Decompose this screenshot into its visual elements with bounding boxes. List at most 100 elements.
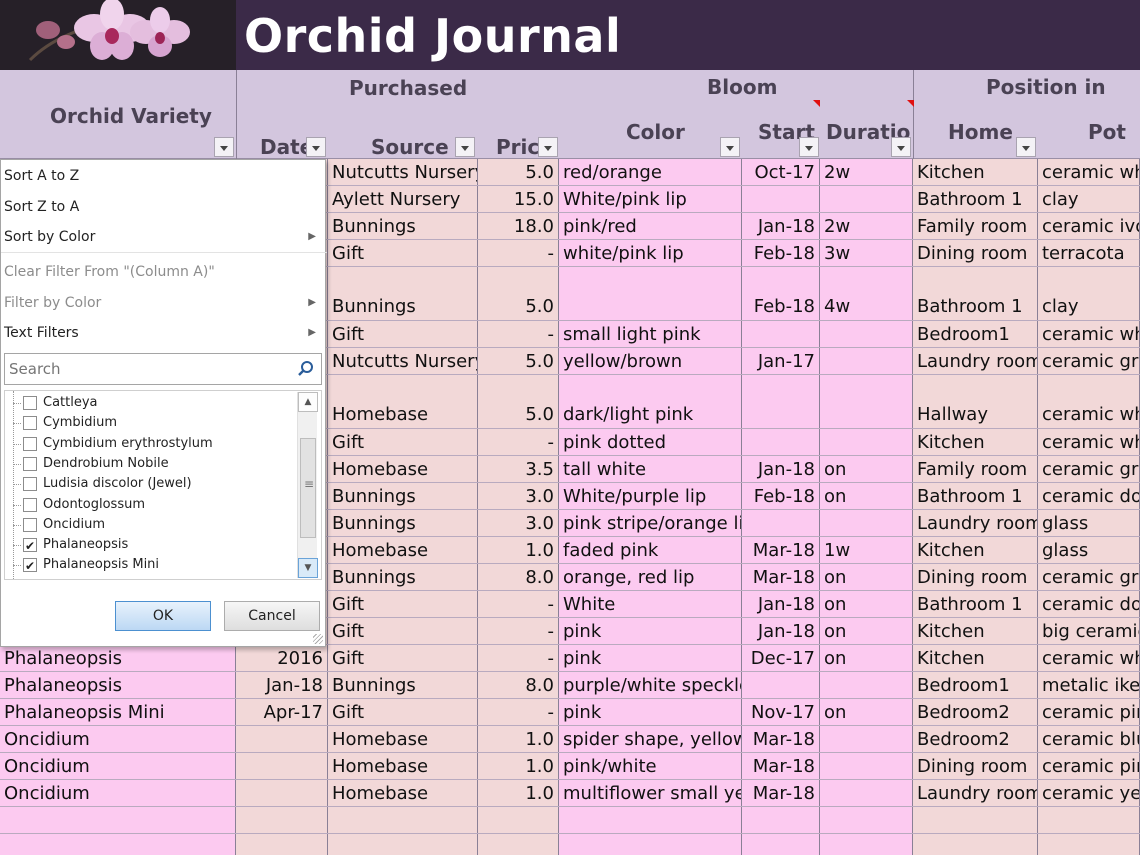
cell-start[interactable] (742, 807, 820, 833)
cell-start[interactable] (742, 834, 820, 855)
cell-price[interactable]: 18.0 (478, 213, 559, 239)
cell-duration[interactable] (820, 375, 913, 428)
cell-price[interactable]: 1.0 (478, 780, 559, 806)
cell-source[interactable]: Nutcutts Nursery (328, 159, 478, 185)
cell-start[interactable] (742, 672, 820, 698)
cell-start[interactable] (742, 510, 820, 536)
cell-duration[interactable]: on (820, 645, 913, 671)
cell-price[interactable]: 3.0 (478, 483, 559, 509)
cell-start[interactable] (742, 429, 820, 455)
cell-price[interactable]: - (478, 618, 559, 644)
cell-pot[interactable]: ceramic grey (1038, 456, 1140, 482)
checkbox-unchecked-icon[interactable] (23, 416, 37, 431)
cell-home[interactable] (913, 834, 1038, 855)
cell-color[interactable]: dark/light pink (559, 375, 742, 428)
cell-source[interactable]: Gift (328, 645, 478, 671)
cell-home[interactable]: Bathroom 1 (913, 186, 1038, 212)
cell-variety[interactable]: Phalaneopsis (0, 645, 236, 671)
cell-start[interactable]: Jan-18 (742, 618, 820, 644)
cell-home[interactable]: Kitchen (913, 645, 1038, 671)
cell-price[interactable] (478, 834, 559, 855)
cell-pot[interactable]: ceramic dou (1038, 483, 1140, 509)
cell-home[interactable]: Bathroom 1 (913, 483, 1038, 509)
cell-variety[interactable]: Phalaneopsis (0, 672, 236, 698)
cell-pot[interactable]: clay (1038, 186, 1140, 212)
cell-home[interactable]: Kitchen (913, 618, 1038, 644)
cell-pot[interactable]: ceramic whi (1038, 429, 1140, 455)
cell-color[interactable]: pink/white (559, 753, 742, 779)
cell-start[interactable]: Jan-18 (742, 456, 820, 482)
cell-home[interactable]: Bedroom2 (913, 726, 1038, 752)
cell-color[interactable]: multiflower small yellow (559, 780, 742, 806)
cell-duration[interactable]: 2w (820, 159, 913, 185)
cell-source[interactable]: Gift (328, 618, 478, 644)
cell-pot[interactable]: ceramic blue (1038, 726, 1140, 752)
cell-start[interactable]: Jan-18 (742, 591, 820, 617)
cell-start[interactable]: Mar-18 (742, 780, 820, 806)
cell-color[interactable]: red/orange (559, 159, 742, 185)
cell-color[interactable]: pink (559, 699, 742, 725)
cell-price[interactable]: - (478, 429, 559, 455)
cell-home[interactable]: Bedroom1 (913, 321, 1038, 347)
cell-color[interactable]: small light pink (559, 321, 742, 347)
cell-start[interactable]: Mar-18 (742, 726, 820, 752)
cell-source[interactable]: Homebase (328, 780, 478, 806)
cell-source[interactable]: Gift (328, 699, 478, 725)
cell-variety[interactable] (0, 807, 236, 833)
cell-date[interactable] (236, 780, 328, 806)
cell-pot[interactable]: ceramic pink (1038, 753, 1140, 779)
cell-duration[interactable] (820, 726, 913, 752)
cell-duration[interactable] (820, 348, 913, 374)
cell-pot[interactable]: ceramic grey (1038, 564, 1140, 590)
cell-color[interactable]: pink (559, 618, 742, 644)
cell-duration[interactable] (820, 510, 913, 536)
cell-home[interactable]: Dining room (913, 240, 1038, 266)
cell-start[interactable] (742, 186, 820, 212)
sort-by-color-menu-item[interactable]: Sort by Color ▶ (4, 225, 320, 249)
cell-variety[interactable]: Oncidium (0, 726, 236, 752)
scroll-up-arrow-icon[interactable]: ▲ (298, 392, 318, 412)
cell-home[interactable]: Kitchen (913, 429, 1038, 455)
text-filters-menu-item[interactable]: Text Filters ▶ (4, 321, 320, 345)
cell-date[interactable] (236, 726, 328, 752)
filter-dropdown-duration[interactable] (891, 137, 911, 157)
cell-start[interactable]: Feb-18 (742, 240, 820, 266)
cell-home[interactable]: Laundry room (913, 780, 1038, 806)
cell-duration[interactable]: on (820, 618, 913, 644)
cell-price[interactable]: 1.0 (478, 537, 559, 563)
cell-duration[interactable] (820, 834, 913, 855)
cancel-button[interactable]: Cancel (224, 601, 320, 631)
cell-duration[interactable] (820, 780, 913, 806)
scroll-down-arrow-icon[interactable]: ▼ (298, 558, 318, 578)
cell-source[interactable]: Gift (328, 321, 478, 347)
cell-pot[interactable]: metalic ikea (1038, 672, 1140, 698)
cell-pot[interactable] (1038, 834, 1140, 855)
cell-date[interactable] (236, 753, 328, 779)
sort-a-to-z-menu-item[interactable]: Sort A to Z (4, 164, 320, 188)
cell-pot[interactable]: ceramic whi (1038, 375, 1140, 428)
cell-source[interactable]: Aylett Nursery (328, 186, 478, 212)
cell-start[interactable]: Oct-17 (742, 159, 820, 185)
cell-duration[interactable]: 3w (820, 240, 913, 266)
cell-price[interactable]: 15.0 (478, 186, 559, 212)
cell-pot[interactable]: clay (1038, 267, 1140, 320)
cell-duration[interactable]: on (820, 483, 913, 509)
checkbox-unchecked-icon[interactable] (23, 517, 37, 532)
cell-duration[interactable] (820, 429, 913, 455)
cell-price[interactable]: - (478, 321, 559, 347)
cell-pot[interactable]: terracota (1038, 240, 1140, 266)
checkbox-unchecked-icon[interactable] (23, 436, 37, 451)
cell-start[interactable] (742, 321, 820, 347)
cell-price[interactable]: 5.0 (478, 348, 559, 374)
cell-date[interactable]: Jan-18 (236, 672, 328, 698)
cell-price[interactable]: 8.0 (478, 672, 559, 698)
scroll-thumb[interactable] (300, 438, 316, 538)
cell-color[interactable]: White/purple lip (559, 483, 742, 509)
list-scrollbar[interactable]: ▲ ▼ (297, 392, 318, 578)
cell-duration[interactable] (820, 807, 913, 833)
cell-price[interactable]: 3.0 (478, 510, 559, 536)
cell-variety[interactable] (0, 834, 236, 855)
cell-price[interactable]: - (478, 699, 559, 725)
cell-source[interactable]: Gift (328, 429, 478, 455)
cell-home[interactable]: Hallway (913, 375, 1038, 428)
